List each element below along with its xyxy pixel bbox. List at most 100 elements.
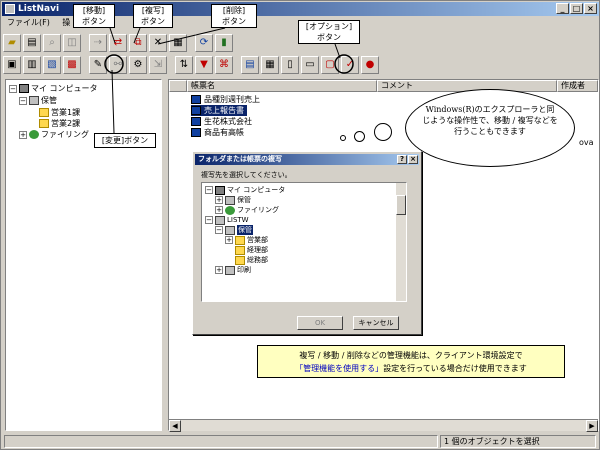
dialog-folder-tree: − マイ コンピュータ + 保管 + ファイリング − LISTW − 保管 +… — [201, 182, 407, 302]
note-line2: 「管理機能を使用する」設定を行っている場合だけ使用できます — [258, 362, 564, 375]
print-icon[interactable]: ▤ — [23, 34, 41, 52]
callout-copy-line1: [複写] — [141, 6, 165, 15]
settings-icon[interactable]: ⚙ — [129, 56, 147, 74]
dlg-tree-item[interactable]: + 印刷 — [215, 265, 251, 275]
open-folder-icon[interactable]: ▰ — [3, 34, 21, 52]
dlg-tree-label: LISTW — [227, 216, 249, 224]
status-bar: 1 個のオブジェクトを選択 — [2, 434, 599, 449]
layout-icon[interactable]: ▤ — [241, 56, 259, 74]
tag-icon[interactable]: ⌘ — [215, 56, 233, 74]
book-icon[interactable]: ▮ — [215, 34, 233, 52]
collapse-icon[interactable]: − — [205, 216, 213, 224]
list-item-selected[interactable]: 売上報告書 — [191, 105, 247, 116]
dlg-tree-item[interactable]: 経理部 — [235, 245, 268, 255]
scroll-left-icon[interactable]: ◀ — [169, 420, 181, 432]
scroll-right-icon[interactable]: ▶ — [586, 420, 598, 432]
status-text: 1 個のオブジェクトを選択 — [440, 435, 596, 448]
info-bubble: Windows(R)のエクスプローラと同じような操作性で、移動 / 複写などを行… — [405, 89, 575, 167]
sort-icon[interactable]: ⇅ — [175, 56, 193, 74]
page-icon[interactable]: ▯ — [281, 56, 299, 74]
horizontal-scrollbar[interactable]: ◀ ▶ — [169, 419, 598, 432]
refresh-icon[interactable]: ⟳ — [195, 34, 213, 52]
tree-item-sales2[interactable]: 営業2課 — [39, 118, 80, 129]
tree-item-label: ファイリング — [41, 130, 89, 139]
new-cabinet-icon[interactable]: ▣ — [3, 56, 21, 74]
collapse-icon[interactable]: − — [205, 186, 213, 194]
dialog-close-button[interactable]: × — [408, 155, 418, 164]
help-button[interactable]: ? — [397, 155, 407, 164]
close-button[interactable]: × — [584, 3, 597, 14]
list-item[interactable]: 生花株式会社 — [191, 116, 255, 127]
dlg-tree-item[interactable]: + ファイリング — [215, 205, 279, 215]
list-item[interactable]: 商品有高帳 — [191, 127, 247, 138]
dialog-vertical-scrollbar[interactable] — [396, 183, 406, 301]
grid-icon[interactable]: ▩ — [63, 56, 81, 74]
new-folder-icon[interactable]: ▥ — [23, 56, 41, 74]
filter-icon[interactable]: ▼ — [195, 56, 213, 74]
expand-icon[interactable]: + — [215, 206, 223, 214]
expand-icon[interactable]: + — [225, 236, 233, 244]
callout-copy: [複写] ボタン — [133, 4, 173, 28]
search-icon[interactable]: ⌕ — [43, 34, 61, 52]
tree-item-storage[interactable]: − 保管 — [19, 95, 57, 106]
callout-copy-line2: ボタン — [141, 17, 165, 26]
delete-icon[interactable]: ✕ — [149, 34, 167, 52]
header-name[interactable]: 帳票名 — [187, 80, 377, 92]
properties-icon[interactable]: ▦ — [169, 34, 187, 52]
tree-item-filing[interactable]: + ファイリング — [19, 129, 89, 140]
folder-props-icon[interactable]: ▧ — [43, 56, 61, 74]
header-icon-column[interactable] — [169, 80, 187, 92]
report-icon — [191, 117, 201, 126]
minimize-button[interactable]: _ — [556, 3, 569, 14]
report-icon — [191, 95, 201, 104]
header-author[interactable]: 作成者 — [557, 80, 598, 92]
expand-icon[interactable]: + — [215, 196, 223, 204]
export-icon[interactable]: ⇲ — [149, 56, 167, 74]
expand-icon[interactable]: + — [215, 266, 223, 274]
dlg-tree-label: 印刷 — [237, 266, 251, 274]
dlg-tree-label: 保管 — [237, 196, 251, 204]
cut-icon[interactable]: ⇢ — [89, 34, 107, 52]
dlg-tree-item[interactable]: − マイ コンピュータ — [205, 185, 285, 195]
maximize-button[interactable]: □ — [570, 3, 583, 14]
stop-icon[interactable]: ● — [361, 56, 379, 74]
view-icon[interactable]: ◫ — [63, 34, 81, 52]
tree-item-sales1[interactable]: 営業1課 — [39, 107, 80, 118]
copy-icon[interactable]: ⧉ — [129, 34, 147, 52]
scroll-thumb[interactable] — [396, 195, 406, 215]
pages-icon[interactable]: ▭ — [301, 56, 319, 74]
dialog-controls: ? × — [397, 155, 418, 164]
collapse-icon[interactable]: − — [19, 96, 27, 105]
callout-delete-line1: [削除] — [222, 6, 246, 15]
callout-change: [変更]ボタン — [94, 133, 156, 148]
stack-icon[interactable]: ▦ — [261, 56, 279, 74]
ok-button[interactable]: OK — [297, 316, 343, 330]
dlg-tree-item[interactable]: + 営業部 — [225, 235, 268, 245]
move-icon[interactable]: ⇄ — [109, 34, 127, 52]
bubble-dot-medium — [354, 131, 365, 142]
list-item[interactable]: 品種別週刊売上 — [191, 94, 263, 105]
collapse-icon[interactable]: − — [9, 84, 17, 93]
callout-delete: [削除] ボタン — [211, 4, 257, 28]
cancel-button[interactable]: キャンセル — [353, 316, 399, 330]
link-icon[interactable]: ⚯ — [109, 56, 127, 74]
dlg-tree-item[interactable]: 総務部 — [235, 255, 268, 265]
folder-icon — [235, 255, 245, 265]
list-header: 帳票名 コメント 作成者 — [169, 80, 598, 92]
tree-item-label: 営業2課 — [51, 119, 81, 128]
expand-icon[interactable]: + — [19, 130, 27, 139]
report-icon — [191, 106, 201, 115]
option-icon[interactable]: ✓ — [341, 56, 359, 74]
list-item-name: 売上報告書 — [204, 106, 244, 115]
dlg-tree-item[interactable]: − LISTW — [205, 215, 249, 225]
tree-item-my-computer[interactable]: − マイ コンピュータ — [9, 83, 98, 94]
folder-tree: − マイ コンピュータ − 保管 営業1課 営業2課 + ファイリング — [5, 79, 162, 431]
cabinet-icon — [29, 96, 39, 105]
collapse-icon[interactable]: − — [215, 226, 223, 234]
doc-icon[interactable]: ▢ — [321, 56, 339, 74]
dlg-tree-item[interactable]: + 保管 — [215, 195, 251, 205]
menu-file[interactable]: ファイル(F) — [2, 16, 55, 30]
tree-item-label: マイ コンピュータ — [31, 84, 98, 93]
dlg-tree-item-selected[interactable]: − 保管 — [215, 225, 253, 235]
change-icon[interactable]: ✎ — [89, 56, 107, 74]
